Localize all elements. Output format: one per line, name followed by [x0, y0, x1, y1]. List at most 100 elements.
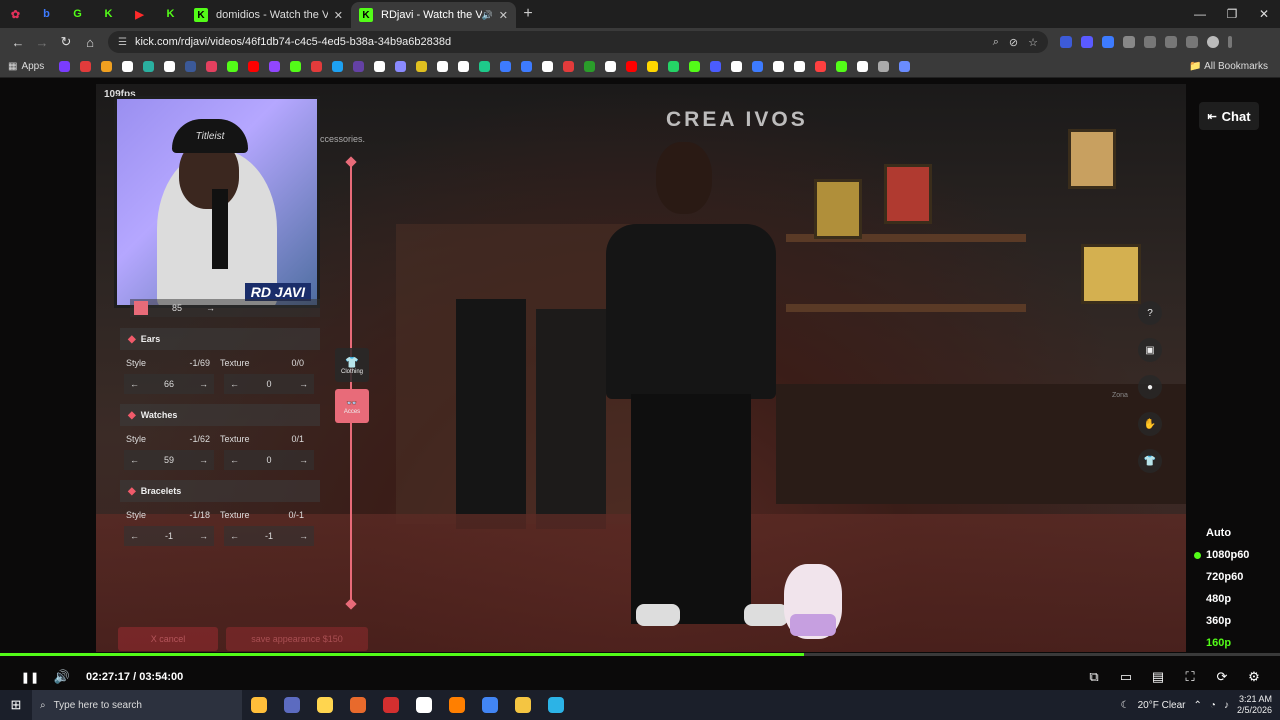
extension-icon[interactable]: [1081, 36, 1093, 48]
arrow-right-icon[interactable]: →: [299, 455, 308, 465]
arrow-right-icon[interactable]: →: [199, 531, 208, 541]
bookmark-icon[interactable]: [264, 60, 285, 73]
bookmark-icon[interactable]: [495, 60, 516, 73]
pinned-tab[interactable]: K: [155, 0, 186, 28]
section-header[interactable]: ◆ Ears: [120, 328, 320, 350]
save-appearance-button[interactable]: save appearance $150: [226, 627, 368, 651]
pause-icon[interactable]: ❚❚: [14, 671, 46, 684]
media-icon[interactable]: [1165, 36, 1177, 48]
chat-toggle-button[interactable]: ⇤ Chat: [1199, 102, 1259, 130]
bookmark-icon[interactable]: [894, 60, 915, 73]
avatar[interactable]: [1207, 36, 1219, 48]
arrow-right-icon[interactable]: →: [206, 303, 215, 313]
sidepanel-icon[interactable]: [1144, 36, 1156, 48]
pinned-tab[interactable]: G: [62, 0, 93, 28]
bookmark-icon[interactable]: [642, 60, 663, 73]
volume-icon[interactable]: 🔊: [46, 669, 78, 685]
cancel-button[interactable]: X cancel: [118, 627, 218, 651]
quality-option-1080p60[interactable]: 1080p60: [1190, 544, 1260, 566]
bookmark-icon[interactable]: [369, 60, 390, 73]
tab-close-icon[interactable]: ✕: [499, 9, 508, 22]
tab-audio-icon[interactable]: 🔊: [482, 10, 493, 21]
taskbar-app-icon[interactable]: [440, 690, 473, 720]
bookmark-icon[interactable]: [411, 60, 432, 73]
quality-option-360p[interactable]: 360p: [1190, 610, 1260, 632]
clothing-button[interactable]: 👕 Clothing: [335, 348, 369, 382]
bookmark-icon[interactable]: [684, 60, 705, 73]
taskbar-app-icon[interactable]: [407, 690, 440, 720]
bookmark-icon[interactable]: [117, 60, 138, 73]
bookmark-icon[interactable]: [159, 60, 180, 73]
pinned-tab[interactable]: ▶: [124, 0, 155, 28]
bookmark-icon[interactable]: [537, 60, 558, 73]
section-header[interactable]: ◆ Bracelets: [120, 480, 320, 502]
bookmark-icon[interactable]: [600, 60, 621, 73]
forward-icon[interactable]: →: [30, 35, 54, 50]
accessories-button[interactable]: 👓 Acces: [335, 389, 369, 423]
bookmark-icon[interactable]: [558, 60, 579, 73]
arrow-left-icon[interactable]: ←: [230, 455, 239, 465]
quality-option-auto[interactable]: Auto: [1190, 522, 1260, 544]
pinned-tab[interactable]: b: [31, 0, 62, 28]
taskbar-app-icon[interactable]: [341, 690, 374, 720]
home-icon[interactable]: ⌂: [78, 35, 102, 50]
tab-rdjavi[interactable]: K RDjavi - Watch the VOD on 🔊 ✕: [351, 2, 516, 28]
bookmark-icon[interactable]: [768, 60, 789, 73]
tab-close-icon[interactable]: ✕: [334, 9, 343, 22]
taskbar-app-icon[interactable]: [242, 690, 275, 720]
bookmark-icon[interactable]: [327, 60, 348, 73]
settings-gear-icon[interactable]: ⚙: [1238, 669, 1270, 685]
site-info-icon[interactable]: ☰: [118, 37, 127, 48]
bookmark-icon[interactable]: [789, 60, 810, 73]
back-icon[interactable]: ←: [6, 35, 30, 50]
bookmark-icon[interactable]: [579, 60, 600, 73]
arrow-left-icon[interactable]: ←: [230, 379, 239, 389]
pinned-tab[interactable]: ✿: [0, 0, 31, 28]
arrow-left-icon[interactable]: ←: [130, 455, 139, 465]
taskbar-search[interactable]: ⌕ Type here to search: [32, 690, 242, 720]
url-bar[interactable]: ☰ kick.com/rdjavi/videos/46f1db74-c4c5-4…: [108, 31, 1048, 53]
bookmark-icon[interactable]: [138, 60, 159, 73]
close-window-button[interactable]: ✕: [1248, 7, 1280, 21]
windows-start-icon[interactable]: ⊞: [0, 697, 32, 713]
miniplayer-icon[interactable]: ⧉: [1078, 669, 1110, 685]
bookmark-icon[interactable]: [285, 60, 306, 73]
bookmark-star-icon[interactable]: ☆: [1028, 36, 1038, 49]
clock[interactable]: 3:21 AM 2/5/2026: [1237, 694, 1272, 716]
speed-icon[interactable]: ⟳: [1206, 669, 1238, 685]
quality-option-480p[interactable]: 480p: [1190, 588, 1260, 610]
taskbar-app-icon[interactable]: [308, 690, 341, 720]
taskbar-app-icon[interactable]: [506, 690, 539, 720]
arrow-right-icon[interactable]: →: [299, 531, 308, 541]
apps-grid-icon[interactable]: ▦: [8, 61, 17, 72]
bookmark-icon[interactable]: [852, 60, 873, 73]
bookmark-icon[interactable]: [201, 60, 222, 73]
arrow-left-icon[interactable]: ←: [230, 531, 239, 541]
bookmark-icon[interactable]: [663, 60, 684, 73]
fullscreen-icon[interactable]: ⛶: [1174, 669, 1206, 685]
wifi-icon[interactable]: ◔: [1210, 700, 1216, 711]
quality-option-160p[interactable]: 160p: [1190, 632, 1260, 654]
arrow-right-icon[interactable]: →: [299, 379, 308, 389]
zoom-icon[interactable]: ⌕: [993, 36, 999, 49]
bookmark-icon[interactable]: [516, 60, 537, 73]
bookmark-icon[interactable]: [453, 60, 474, 73]
bookmark-icon[interactable]: [831, 60, 852, 73]
speaker-icon[interactable]: ♪: [1224, 700, 1229, 711]
menu-icon[interactable]: [1228, 36, 1232, 48]
bookmark-icon[interactable]: [348, 60, 369, 73]
pinned-tab[interactable]: K: [93, 0, 124, 28]
bookmark-icon[interactable]: [474, 60, 495, 73]
taskbar-app-icon[interactable]: [374, 690, 407, 720]
minimize-button[interactable]: —: [1184, 7, 1216, 21]
restore-button[interactable]: ❐: [1216, 7, 1248, 21]
puzzle-icon[interactable]: [1123, 36, 1135, 48]
bookmark-icon[interactable]: [747, 60, 768, 73]
download-icon[interactable]: [1186, 36, 1198, 48]
bookmark-icon[interactable]: [726, 60, 747, 73]
taskbar-app-icon[interactable]: [275, 690, 308, 720]
arrow-right-icon[interactable]: →: [199, 455, 208, 465]
extension-icon[interactable]: [1060, 36, 1072, 48]
video-player[interactable]: CREA IVOS 109fps ccessories. Titleist RD…: [0, 78, 1280, 690]
bookmark-icon[interactable]: [705, 60, 726, 73]
